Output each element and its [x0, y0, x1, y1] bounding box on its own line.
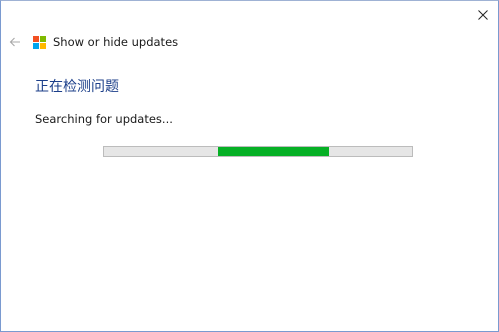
- close-button[interactable]: [470, 3, 496, 27]
- progress-bar: [103, 146, 413, 157]
- windows-logo-icon: [33, 36, 46, 49]
- page-heading: 正在检测问题: [35, 79, 119, 95]
- back-arrow-icon: [9, 37, 20, 47]
- back-button[interactable]: [7, 33, 23, 51]
- progress-bar-fill: [217, 147, 329, 156]
- status-text: Searching for updates...: [35, 112, 173, 126]
- troubleshooter-window: Show or hide updates 正在检测问题 Searching fo…: [0, 0, 499, 332]
- close-icon: [478, 10, 488, 20]
- app-title: Show or hide updates: [53, 35, 179, 49]
